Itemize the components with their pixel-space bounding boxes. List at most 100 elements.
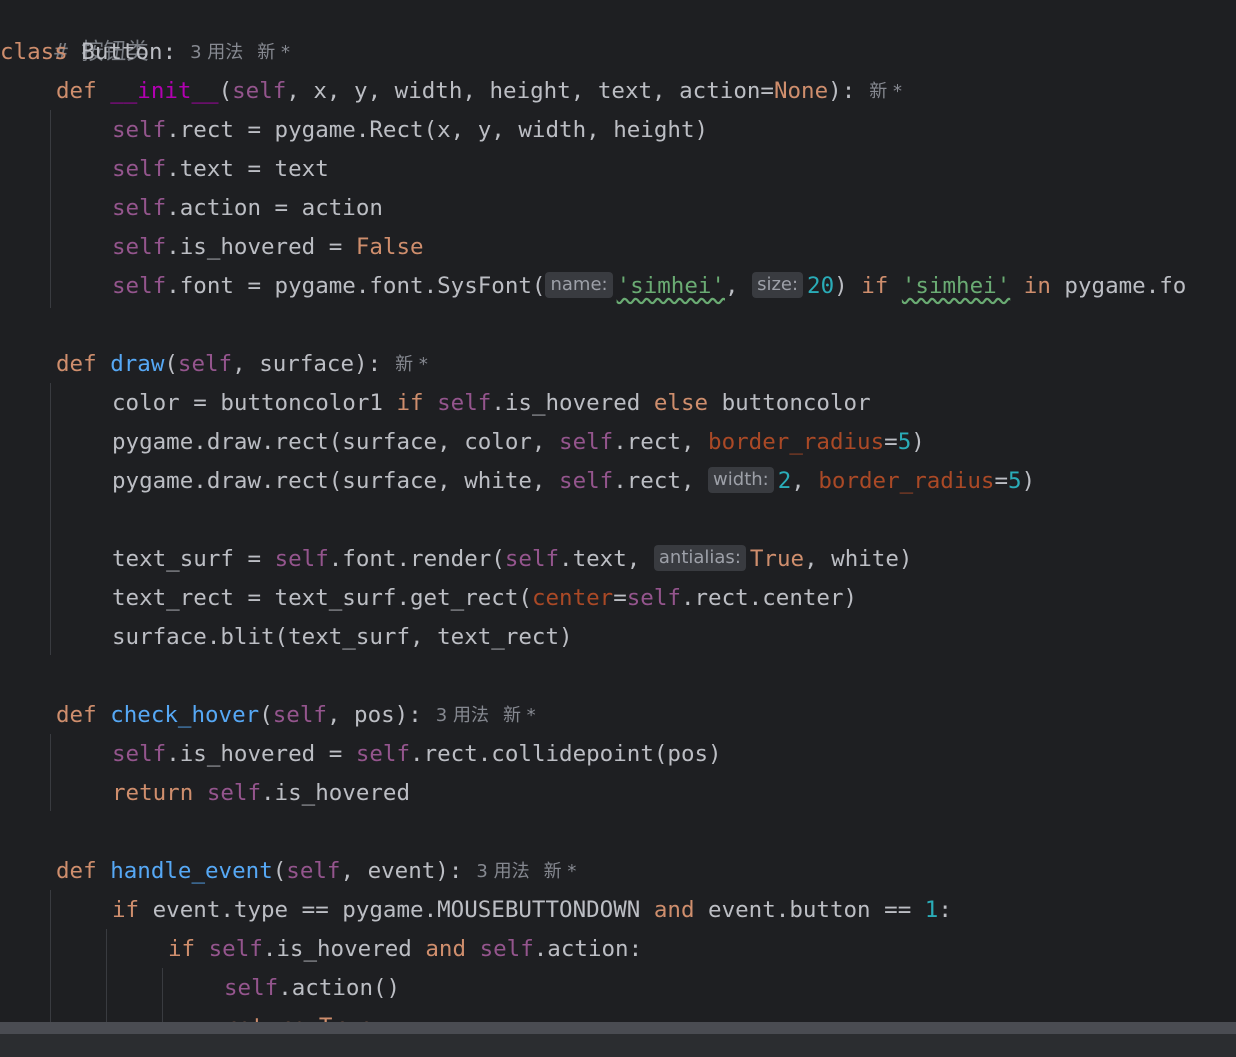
param-hint: size: [752, 271, 804, 298]
self-keyword: self [286, 858, 341, 884]
function-name: handle_event [110, 858, 273, 884]
code-line[interactable]: self.action = action [112, 189, 383, 228]
code: color = buttoncolor1 [112, 390, 397, 416]
none-literal: None [773, 78, 829, 104]
number-literal: 5 [897, 429, 912, 455]
code-line[interactable]: self.is_hovered = False [112, 228, 424, 267]
code-line-comment[interactable]: # 按钮类 [0, 0, 149, 65]
indent-guide [50, 890, 51, 1022]
punct: ( [272, 858, 287, 884]
code: .action() [278, 975, 401, 1001]
self-keyword: self [559, 429, 614, 455]
code: = [994, 468, 1009, 494]
code-line[interactable]: self.text = text [112, 150, 329, 189]
code-line[interactable]: color = buttoncolor1 if self.is_hovered … [112, 384, 871, 423]
keyword: class [0, 39, 68, 65]
params: , event): [340, 858, 463, 884]
code [888, 273, 902, 299]
author-lens[interactable]: 新 * [544, 861, 577, 882]
usages-lens[interactable]: 3 用法 [476, 861, 529, 882]
bool-literal: True [749, 546, 805, 572]
code-line[interactable]: self.is_hovered = self.rect.collidepoint… [112, 735, 722, 774]
code-line[interactable]: if self.is_hovered and self.action: [168, 930, 642, 969]
code-line-def-draw[interactable]: def draw(self, surface): 新 * [56, 345, 428, 384]
punct: ( [218, 78, 233, 104]
function-name: __init__ [110, 78, 219, 104]
keyword: def [56, 858, 97, 884]
code: ) [911, 429, 925, 455]
bool-literal: False [355, 234, 424, 260]
code [195, 936, 209, 962]
keyword: def [56, 351, 97, 377]
punct: : [162, 39, 177, 65]
bool-literal: True [319, 1014, 373, 1022]
author-lens[interactable]: 新 * [395, 354, 428, 375]
usages-lens[interactable]: 3 用法 [436, 705, 489, 726]
code: .is_hovered [491, 390, 654, 416]
code: event.button == [694, 897, 925, 923]
punct: ( [164, 351, 178, 377]
param-hint: antialias: [653, 544, 746, 571]
code-editor[interactable]: # 按钮类 class Button: 3 用法新 * def __init__(… [0, 0, 1236, 1022]
keyword: return [112, 780, 194, 806]
keyword: and [425, 936, 467, 962]
self-keyword: self [559, 468, 614, 494]
indent-guide [50, 734, 51, 811]
self-keyword: self [626, 585, 681, 611]
code-line-class[interactable]: class Button: 3 用法新 * [0, 33, 290, 72]
code: = [613, 585, 627, 611]
code [424, 390, 438, 416]
code: pygame.fo [1050, 273, 1187, 299]
self-keyword: self [479, 936, 534, 962]
code-line[interactable]: self.rect = pygame.Rect(x, y, width, hei… [112, 111, 708, 150]
code: text_rect = text_surf.get_rect( [112, 585, 532, 611]
code: .is_hovered [262, 936, 426, 962]
code-line[interactable]: self.font = pygame.font.SysFont(name:'si… [112, 267, 1186, 306]
indent-guide [50, 110, 51, 308]
code-line[interactable]: surface.blit(text_surf, text_rect) [112, 618, 573, 657]
keyword: if [112, 897, 140, 923]
code: .rect, [613, 429, 709, 455]
horizontal-scrollbar[interactable] [0, 1022, 1236, 1057]
self-keyword: self [274, 546, 329, 572]
code-line[interactable]: return True [224, 1008, 373, 1022]
code-line[interactable]: pygame.draw.rect(surface, white, self.re… [112, 462, 1035, 501]
code-line[interactable]: if event.type == pygame.MOUSEBUTTONDOWN … [112, 891, 952, 930]
keyword: if [168, 936, 196, 962]
indent-guide [106, 929, 107, 1022]
number-literal: 1 [924, 897, 939, 923]
self-keyword: self [112, 273, 167, 299]
usages-lens[interactable]: 3 用法 [190, 42, 243, 63]
function-name: check_hover [110, 702, 260, 728]
keyword: if [861, 273, 889, 299]
code-line[interactable]: return self.is_hovered [112, 774, 410, 813]
code: , white) [804, 546, 913, 572]
keyword: in [1023, 273, 1051, 299]
code-line-def-handle-event[interactable]: def handle_event(self, event): 3 用法新 * [56, 852, 576, 891]
number-literal: 20 [807, 273, 835, 299]
indent-guide [50, 383, 51, 655]
named-argument: border_radius [818, 468, 995, 494]
code: pygame.draw.rect(surface, white, [112, 468, 560, 494]
code-line[interactable]: self.action() [224, 969, 400, 1008]
self-keyword: self [112, 156, 167, 182]
code-line[interactable]: text_surf = self.font.render(self.text, … [112, 540, 912, 579]
class-name: Button [81, 39, 163, 65]
code-line[interactable]: text_rect = text_surf.get_rect(center=se… [112, 579, 857, 618]
code-line-def-init[interactable]: def __init__(self, x, y, width, height, … [56, 72, 902, 111]
keyword: def [56, 78, 97, 104]
function-name: draw [110, 351, 165, 377]
author-lens[interactable]: 新 * [869, 81, 902, 102]
code: .rect.center) [680, 585, 858, 611]
scrollbar-thumb[interactable] [0, 1022, 1236, 1034]
author-lens[interactable]: 新 * [503, 705, 536, 726]
code [466, 936, 480, 962]
keyword: else [653, 390, 709, 416]
code-line[interactable]: pygame.draw.rect(surface, color, self.re… [112, 423, 925, 462]
author-lens[interactable]: 新 * [257, 42, 290, 63]
self-keyword: self [208, 936, 263, 962]
string-literal: 'simhei' [901, 273, 1011, 299]
code-line-def-check-hover[interactable]: def check_hover(self, pos): 3 用法新 * [56, 696, 536, 735]
keyword: if [396, 390, 424, 416]
self-keyword: self [224, 975, 279, 1001]
